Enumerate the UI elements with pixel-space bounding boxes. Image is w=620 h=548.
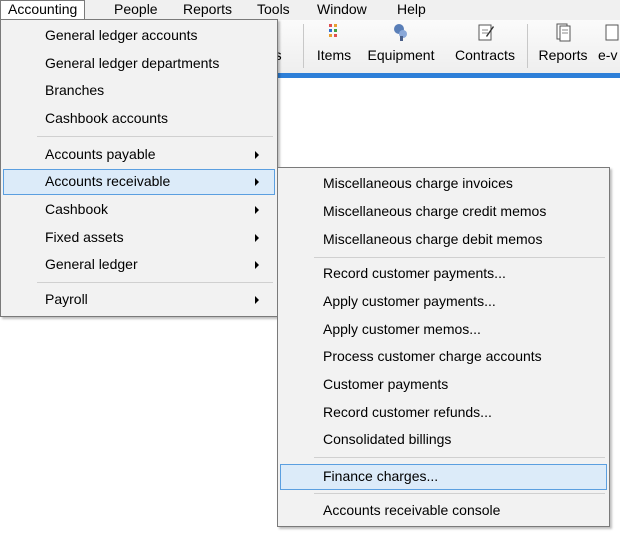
menu-item-payroll[interactable]: Payroll: [3, 287, 275, 313]
menu-separator: [37, 136, 273, 137]
menu-item-branches[interactable]: Branches: [3, 78, 275, 104]
submenu-item-apply-customer-payments[interactable]: Apply customer payments...: [280, 289, 607, 315]
menu-people[interactable]: People: [107, 0, 165, 20]
submenu-item-misc-charge-invoices[interactable]: Miscellaneous charge invoices: [280, 171, 607, 197]
submenu-item-accounts-receivable-console[interactable]: Accounts receivable console: [280, 498, 607, 524]
menu-reports[interactable]: Reports: [176, 0, 239, 20]
toolbar-items-label: Items: [316, 47, 352, 63]
items-grid-icon: [329, 24, 337, 37]
submenu-arrow-icon: [255, 206, 259, 214]
menu-tools[interactable]: Tools: [250, 0, 297, 20]
menu-item-cashbook[interactable]: Cashbook: [3, 197, 275, 223]
menu-separator: [314, 493, 605, 494]
menu-item-fixed-assets[interactable]: Fixed assets: [3, 225, 275, 251]
submenu-arrow-icon: [255, 151, 259, 159]
toolbar-equipment-label: Equipment: [367, 47, 435, 63]
menu-item-accounts-receivable[interactable]: Accounts receivable: [3, 169, 275, 195]
menu-separator: [314, 257, 605, 258]
toolbar-contracts-button[interactable]: Contracts: [447, 22, 523, 70]
menu-bar: Accounting People Reports Tools Window H…: [0, 0, 620, 20]
submenu-item-process-customer-charge-accounts[interactable]: Process customer charge accounts: [280, 344, 607, 370]
e-v-icon: [605, 24, 619, 41]
toolbar-reports-label: Reports: [538, 47, 588, 63]
toolbar-e-v-button[interactable]: e-v: [598, 22, 620, 70]
submenu-item-consolidated-billings[interactable]: Consolidated billings: [280, 427, 607, 453]
accounts-receivable-submenu: Miscellaneous charge invoices Miscellane…: [277, 167, 610, 527]
menu-item-general-ledger[interactable]: General ledger: [3, 252, 275, 278]
menu-item-cashbook-accounts[interactable]: Cashbook accounts: [3, 106, 275, 132]
submenu-item-finance-charges[interactable]: Finance charges...: [280, 464, 607, 490]
submenu-item-record-customer-payments[interactable]: Record customer payments...: [280, 261, 607, 287]
toolbar-e-v-label: e-v: [598, 47, 618, 63]
submenu-item-record-customer-refunds[interactable]: Record customer refunds...: [280, 400, 607, 426]
menu-item-label: General ledger: [45, 256, 138, 272]
toolbar-reports-button[interactable]: Reports: [534, 22, 592, 70]
menu-item-label: Cashbook: [45, 201, 109, 217]
submenu-arrow-icon: [255, 296, 259, 304]
menu-window[interactable]: Window: [310, 0, 374, 20]
accounting-menu: General ledger accounts General ledger d…: [0, 19, 278, 317]
menu-item-general-ledger-departments[interactable]: General ledger departments: [3, 51, 275, 77]
menu-item-label: Fixed assets: [45, 229, 124, 245]
toolbar-separator: [303, 24, 304, 68]
submenu-arrow-icon: [255, 178, 259, 186]
contracts-icon: [478, 24, 494, 41]
menu-item-accounts-payable[interactable]: Accounts payable: [3, 142, 275, 168]
menu-accounting[interactable]: Accounting: [0, 0, 86, 20]
submenu-item-customer-payments[interactable]: Customer payments: [280, 372, 607, 398]
submenu-item-misc-charge-debit-memos[interactable]: Miscellaneous charge debit memos: [280, 227, 607, 253]
menu-separator: [314, 457, 605, 458]
submenu-arrow-icon: [255, 234, 259, 242]
menu-item-label: Accounts receivable: [45, 173, 171, 189]
submenu-arrow-icon: [255, 261, 259, 269]
menu-item-label: Payroll: [45, 291, 88, 307]
submenu-item-misc-charge-credit-memos[interactable]: Miscellaneous charge credit memos: [280, 199, 607, 225]
menu-help[interactable]: Help: [390, 0, 433, 20]
toolbar-items-button[interactable]: Items: [311, 22, 357, 70]
menu-item-general-ledger-accounts[interactable]: General ledger accounts: [3, 23, 275, 49]
toolbar-equipment-button[interactable]: Equipment: [362, 22, 440, 70]
toolbar-separator: [527, 24, 528, 68]
toolbar-contracts-label: Contracts: [455, 47, 515, 63]
menu-separator: [37, 282, 273, 283]
menu-item-label: Accounts payable: [45, 146, 156, 162]
equipment-icon: [394, 24, 407, 41]
submenu-item-apply-customer-memos[interactable]: Apply customer memos...: [280, 317, 607, 343]
reports-icon: [556, 23, 571, 42]
